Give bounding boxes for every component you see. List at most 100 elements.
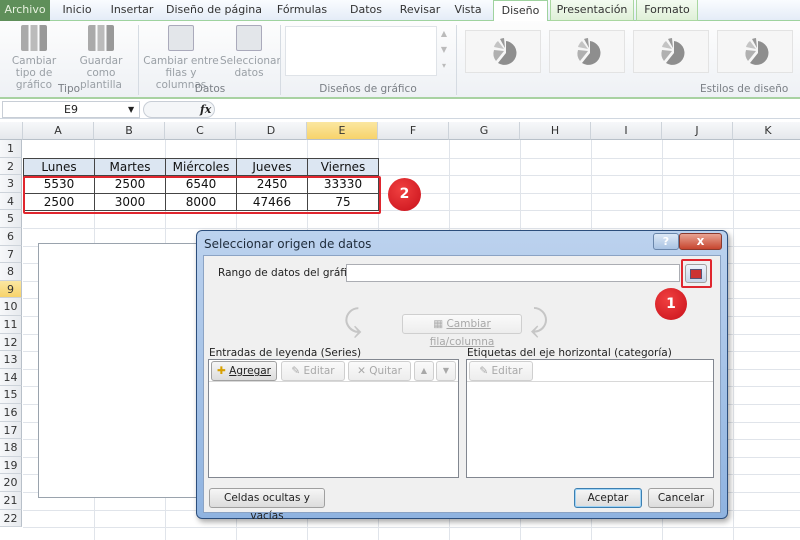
- select-data-icon: [236, 25, 262, 51]
- save-template-icon: [88, 25, 114, 51]
- chart-style-4[interactable]: [717, 30, 793, 73]
- row-header-18[interactable]: 18: [0, 439, 22, 457]
- select-data-source-dialog: Seleccionar origen de datos ? x Rango de…: [196, 230, 728, 522]
- row-header-9[interactable]: 9: [0, 280, 22, 299]
- row-header-20[interactable]: 20: [0, 474, 22, 492]
- chart-style-3[interactable]: [633, 30, 709, 73]
- column-header-H[interactable]: H: [520, 122, 591, 140]
- group-estilos: Estilos de diseño: [700, 83, 789, 95]
- table-header-cell[interactable]: Lunes: [23, 157, 95, 177]
- chart-style-2[interactable]: [549, 30, 625, 73]
- table-header-cell[interactable]: Miércoles: [165, 157, 237, 177]
- close-button[interactable]: x: [679, 233, 722, 250]
- row-header-12[interactable]: 12: [0, 333, 22, 352]
- legend-entries-label: Entradas de leyenda (Series): [209, 347, 362, 359]
- select-data-button[interactable]: Seleccionar datos: [220, 25, 281, 79]
- remove-series-button[interactable]: ✕ Quitar: [348, 361, 411, 381]
- table-header-cell[interactable]: Martes: [94, 157, 166, 177]
- chart-type-icon: [21, 25, 47, 51]
- column-header-B[interactable]: B: [94, 122, 165, 140]
- column-header-K[interactable]: K: [733, 122, 800, 140]
- column-header-F[interactable]: F: [378, 122, 449, 140]
- row-header-15[interactable]: 15: [0, 386, 22, 404]
- row-header-17[interactable]: 17: [0, 421, 22, 440]
- switch-row-column-dialog-button[interactable]: ▦ Cambiar fila/columna: [402, 314, 522, 348]
- column-header-D[interactable]: D: [236, 122, 307, 140]
- column-header-G[interactable]: G: [449, 122, 520, 140]
- pie-chart-style-icon: [661, 38, 685, 65]
- cancel-button[interactable]: Cancelar: [648, 488, 714, 508]
- column-header-A[interactable]: A: [23, 122, 94, 140]
- row-header-1[interactable]: 1: [0, 140, 22, 158]
- column-header-C[interactable]: C: [165, 122, 236, 140]
- chart-data-range-input[interactable]: [346, 264, 680, 282]
- switch-row-column-icon: [168, 25, 194, 51]
- row-header-8[interactable]: 8: [0, 263, 22, 281]
- tab-insertar[interactable]: Insertar: [102, 0, 162, 21]
- ribbon-tabs: Archivo Inicio Insertar Diseño de página Fór…: [0, 0, 800, 22]
- column-header-J[interactable]: J: [662, 122, 733, 140]
- tab-datos[interactable]: Datos: [340, 0, 392, 21]
- tab-diseño-de-página[interactable]: Diseño de página: [166, 0, 262, 21]
- legend-entries-panel: ✚ Agregar ✎ Editar ✕ Quitar ▲ ▼: [208, 359, 459, 478]
- column-header-E[interactable]: E: [307, 122, 378, 140]
- row-header-2[interactable]: 2: [0, 157, 22, 176]
- row-header-7[interactable]: 7: [0, 245, 22, 264]
- row-header-10[interactable]: 10: [0, 298, 22, 316]
- name-box-dropdown-icon[interactable]: ▼: [128, 101, 134, 118]
- save-template-button[interactable]: Guardar como plantilla: [66, 25, 136, 91]
- pie-chart-style-icon: [745, 38, 769, 65]
- move-up-button[interactable]: ▲: [414, 361, 434, 381]
- range-label: Rango de datos del gráfico:: [218, 267, 363, 279]
- row-header-16[interactable]: 16: [0, 404, 22, 422]
- row-header-6[interactable]: 6: [0, 228, 22, 246]
- table-header-cell[interactable]: Viernes: [307, 157, 379, 177]
- row-header-22[interactable]: 22: [0, 509, 22, 528]
- tab-revisar[interactable]: Revisar: [394, 0, 446, 21]
- select-all-corner[interactable]: [0, 122, 23, 140]
- chart-style-1[interactable]: [465, 30, 541, 73]
- tab-inicio[interactable]: Inicio: [54, 0, 100, 21]
- row-header-13[interactable]: 13: [0, 351, 22, 369]
- add-series-button[interactable]: ✚ Agregar: [211, 361, 277, 381]
- row-header-4[interactable]: 4: [0, 192, 22, 211]
- group-disenos: Diseños de gráfico: [319, 83, 417, 95]
- range-button-highlight: [681, 259, 712, 288]
- pie-chart-style-icon: [577, 38, 601, 65]
- edit-axis-labels-button[interactable]: ✎ Editar: [469, 361, 533, 381]
- row-header-19[interactable]: 19: [0, 456, 22, 475]
- row-header-5[interactable]: 5: [0, 210, 22, 228]
- edit-series-button[interactable]: ✎ Editar: [281, 361, 345, 381]
- tab-formato[interactable]: Formato: [636, 0, 698, 21]
- chart-layouts-gallery[interactable]: [285, 26, 437, 76]
- tab-archivo[interactable]: Archivo: [0, 0, 50, 21]
- row-header-11[interactable]: 11: [0, 316, 22, 334]
- dialog-title: Seleccionar origen de datos: [204, 237, 372, 251]
- help-button[interactable]: ?: [653, 233, 679, 250]
- data-highlight-box: [23, 176, 381, 214]
- column-header-I[interactable]: I: [591, 122, 662, 140]
- insert-function-button[interactable]: fx: [200, 101, 211, 118]
- tab-vista[interactable]: Vista: [448, 0, 488, 21]
- arrow-right-down-icon: ⤸: [530, 304, 548, 339]
- tab-fórmulas[interactable]: Fórmulas: [266, 0, 338, 21]
- row-header-14[interactable]: 14: [0, 368, 22, 387]
- row-header-3[interactable]: 3: [0, 175, 22, 193]
- change-chart-type-button[interactable]: Cambiar tipo de gráfico: [2, 25, 66, 91]
- table-header-cell[interactable]: Jueves: [236, 157, 308, 177]
- group-tipo: Tipo: [57, 83, 81, 95]
- hidden-empty-cells-button[interactable]: Celdas ocultas y vacías: [209, 488, 325, 522]
- gallery-scroll[interactable]: ▲ ▼ ▾: [438, 26, 450, 76]
- ribbon: Cambiar tipo de gráfico Guardar como pla…: [0, 21, 800, 99]
- annotation-badge-1: 1: [655, 288, 687, 320]
- chart-object[interactable]: [38, 243, 203, 498]
- tab-presentación[interactable]: Presentación: [550, 0, 634, 21]
- move-down-button[interactable]: ▼: [436, 361, 456, 381]
- dialog-body: Rango de datos del gráfico: 1 ⤹ ▦ Cambia…: [203, 255, 721, 522]
- remove-icon: ✕: [357, 365, 366, 377]
- switch-row-column-button[interactable]: Cambiar entre filas y columnas: [142, 25, 220, 91]
- ok-button[interactable]: Aceptar: [574, 488, 642, 508]
- row-header-21[interactable]: 21: [0, 492, 22, 510]
- name-box[interactable]: E9: [2, 101, 140, 118]
- tab-diseño[interactable]: Diseño: [493, 0, 548, 22]
